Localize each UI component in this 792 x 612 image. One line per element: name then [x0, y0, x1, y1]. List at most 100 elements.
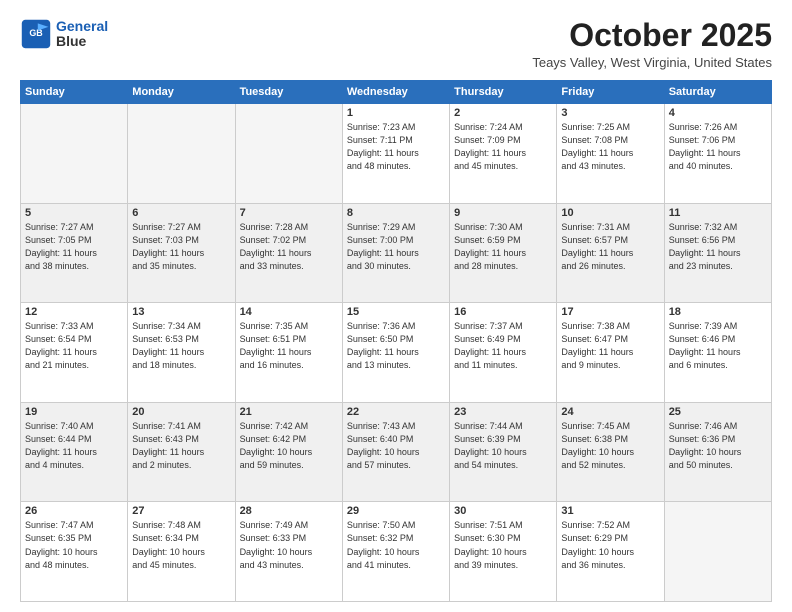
calendar-cell: 19 Sunrise: 7:40 AM Sunset: 6:44 PM Dayli…: [21, 402, 128, 502]
title-block: October 2025 Teays Valley, West Virginia…: [532, 18, 772, 70]
calendar-cell: 4 Sunrise: 7:26 AM Sunset: 7:06 PM Daylig…: [664, 104, 771, 204]
day-number: 21: [240, 406, 338, 418]
calendar-cell: 6 Sunrise: 7:27 AM Sunset: 7:03 PM Daylig…: [128, 203, 235, 303]
calendar-cell: 10 Sunrise: 7:31 AM Sunset: 6:57 PM Dayli…: [557, 203, 664, 303]
calendar-week-2: 5Sunrise: 7:27 AM Sunset: 7:05 PM Daylig…: [21, 203, 772, 303]
calendar-header-row: SundayMondayTuesdayWednesdayThursdayFrid…: [21, 81, 772, 104]
day-info: Sunrise: 7:24 AM Sunset: 7:09 PM Dayligh…: [454, 121, 552, 173]
calendar-cell: 17 Sunrise: 7:38 AM Sunset: 6:47 PM Dayli…: [557, 303, 664, 403]
day-header-tuesday: Tuesday: [235, 81, 342, 104]
calendar-week-4: 19 Sunrise: 7:40 AM Sunset: 6:44 PM Dayli…: [21, 402, 772, 502]
calendar-cell: 1Sunrise: 7:23 AM Sunset: 7:11 PM Daylig…: [342, 104, 449, 204]
calendar-cell: [235, 104, 342, 204]
day-number: 31: [561, 505, 659, 517]
day-info: Sunrise: 7:36 AM Sunset: 6:50 PM Dayligh…: [347, 320, 445, 372]
calendar-cell: 8Sunrise: 7:29 AM Sunset: 7:00 PM Daylig…: [342, 203, 449, 303]
calendar-cell: 24 Sunrise: 7:45 AM Sunset: 6:38 PM Dayli…: [557, 402, 664, 502]
month-title: October 2025: [532, 18, 772, 53]
calendar-week-3: 12 Sunrise: 7:33 AM Sunset: 6:54 PM Dayli…: [21, 303, 772, 403]
day-number: 19: [25, 406, 123, 418]
calendar-cell: 23 Sunrise: 7:44 AM Sunset: 6:39 PM Dayli…: [450, 402, 557, 502]
day-info: Sunrise: 7:44 AM Sunset: 6:39 PM Dayligh…: [454, 420, 552, 472]
day-number: 15: [347, 306, 445, 318]
day-header-friday: Friday: [557, 81, 664, 104]
logo-text: General Blue: [56, 19, 108, 50]
day-number: 9: [454, 207, 552, 219]
day-number: 24: [561, 406, 659, 418]
day-info: Sunrise: 7:52 AM Sunset: 6:29 PM Dayligh…: [561, 519, 659, 571]
day-info: Sunrise: 7:32 AM Sunset: 6:56 PM Dayligh…: [669, 221, 767, 273]
calendar-cell: 9 Sunrise: 7:30 AM Sunset: 6:59 PM Daylig…: [450, 203, 557, 303]
calendar-cell: 29 Sunrise: 7:50 AM Sunset: 6:32 PM Dayli…: [342, 502, 449, 602]
day-info: Sunrise: 7:42 AM Sunset: 6:42 PM Dayligh…: [240, 420, 338, 472]
location: Teays Valley, West Virginia, United Stat…: [532, 55, 772, 70]
day-info: Sunrise: 7:34 AM Sunset: 6:53 PM Dayligh…: [132, 320, 230, 372]
calendar-cell: 12 Sunrise: 7:33 AM Sunset: 6:54 PM Dayli…: [21, 303, 128, 403]
calendar-cell: 16Sunrise: 7:37 AM Sunset: 6:49 PM Dayli…: [450, 303, 557, 403]
day-number: 29: [347, 505, 445, 517]
calendar-cell: 31 Sunrise: 7:52 AM Sunset: 6:29 PM Dayli…: [557, 502, 664, 602]
logo-blue: Blue: [56, 34, 108, 49]
logo-general: General: [56, 18, 108, 34]
day-info: Sunrise: 7:30 AM Sunset: 6:59 PM Dayligh…: [454, 221, 552, 273]
day-header-saturday: Saturday: [664, 81, 771, 104]
calendar-cell: 5Sunrise: 7:27 AM Sunset: 7:05 PM Daylig…: [21, 203, 128, 303]
day-info: Sunrise: 7:40 AM Sunset: 6:44 PM Dayligh…: [25, 420, 123, 472]
calendar-week-1: 1Sunrise: 7:23 AM Sunset: 7:11 PM Daylig…: [21, 104, 772, 204]
day-number: 3: [561, 107, 659, 119]
day-number: 8: [347, 207, 445, 219]
calendar-cell: 30 Sunrise: 7:51 AM Sunset: 6:30 PM Dayli…: [450, 502, 557, 602]
day-number: 25: [669, 406, 767, 418]
day-info: Sunrise: 7:50 AM Sunset: 6:32 PM Dayligh…: [347, 519, 445, 571]
logo: GB General Blue: [20, 18, 108, 50]
calendar-cell: 7Sunrise: 7:28 AM Sunset: 7:02 PM Daylig…: [235, 203, 342, 303]
day-info: Sunrise: 7:27 AM Sunset: 7:03 PM Dayligh…: [132, 221, 230, 273]
day-header-sunday: Sunday: [21, 81, 128, 104]
calendar-table: SundayMondayTuesdayWednesdayThursdayFrid…: [20, 80, 772, 602]
day-number: 4: [669, 107, 767, 119]
calendar-cell: 15 Sunrise: 7:36 AM Sunset: 6:50 PM Dayli…: [342, 303, 449, 403]
day-number: 10: [561, 207, 659, 219]
day-number: 23: [454, 406, 552, 418]
day-header-thursday: Thursday: [450, 81, 557, 104]
calendar-cell: 2 Sunrise: 7:24 AM Sunset: 7:09 PM Daylig…: [450, 104, 557, 204]
calendar-cell: 3 Sunrise: 7:25 AM Sunset: 7:08 PM Daylig…: [557, 104, 664, 204]
day-info: Sunrise: 7:25 AM Sunset: 7:08 PM Dayligh…: [561, 121, 659, 173]
calendar-cell: 27Sunrise: 7:48 AM Sunset: 6:34 PM Dayli…: [128, 502, 235, 602]
calendar-cell: 14Sunrise: 7:35 AM Sunset: 6:51 PM Dayli…: [235, 303, 342, 403]
day-number: 5: [25, 207, 123, 219]
calendar-cell: 20Sunrise: 7:41 AM Sunset: 6:43 PM Dayli…: [128, 402, 235, 502]
calendar-cell: 21 Sunrise: 7:42 AM Sunset: 6:42 PM Dayli…: [235, 402, 342, 502]
calendar-cell: [128, 104, 235, 204]
calendar-cell: [664, 502, 771, 602]
calendar-cell: 25 Sunrise: 7:46 AM Sunset: 6:36 PM Dayli…: [664, 402, 771, 502]
day-header-monday: Monday: [128, 81, 235, 104]
day-info: Sunrise: 7:33 AM Sunset: 6:54 PM Dayligh…: [25, 320, 123, 372]
day-info: Sunrise: 7:26 AM Sunset: 7:06 PM Dayligh…: [669, 121, 767, 173]
day-info: Sunrise: 7:45 AM Sunset: 6:38 PM Dayligh…: [561, 420, 659, 472]
day-info: Sunrise: 7:41 AM Sunset: 6:43 PM Dayligh…: [132, 420, 230, 472]
day-info: Sunrise: 7:31 AM Sunset: 6:57 PM Dayligh…: [561, 221, 659, 273]
day-number: 26: [25, 505, 123, 517]
day-info: Sunrise: 7:49 AM Sunset: 6:33 PM Dayligh…: [240, 519, 338, 571]
day-number: 6: [132, 207, 230, 219]
calendar-cell: 26Sunrise: 7:47 AM Sunset: 6:35 PM Dayli…: [21, 502, 128, 602]
day-number: 11: [669, 207, 767, 219]
day-number: 12: [25, 306, 123, 318]
day-info: Sunrise: 7:46 AM Sunset: 6:36 PM Dayligh…: [669, 420, 767, 472]
day-number: 16: [454, 306, 552, 318]
day-number: 30: [454, 505, 552, 517]
day-number: 2: [454, 107, 552, 119]
day-number: 17: [561, 306, 659, 318]
header: GB General Blue October 2025 Teays Valle…: [20, 18, 772, 70]
logo-icon: GB: [20, 18, 52, 50]
day-info: Sunrise: 7:51 AM Sunset: 6:30 PM Dayligh…: [454, 519, 552, 571]
calendar-cell: [21, 104, 128, 204]
day-header-wednesday: Wednesday: [342, 81, 449, 104]
calendar-cell: 11 Sunrise: 7:32 AM Sunset: 6:56 PM Dayli…: [664, 203, 771, 303]
day-number: 27: [132, 505, 230, 517]
day-info: Sunrise: 7:38 AM Sunset: 6:47 PM Dayligh…: [561, 320, 659, 372]
calendar-cell: 28 Sunrise: 7:49 AM Sunset: 6:33 PM Dayli…: [235, 502, 342, 602]
day-number: 18: [669, 306, 767, 318]
day-number: 28: [240, 505, 338, 517]
